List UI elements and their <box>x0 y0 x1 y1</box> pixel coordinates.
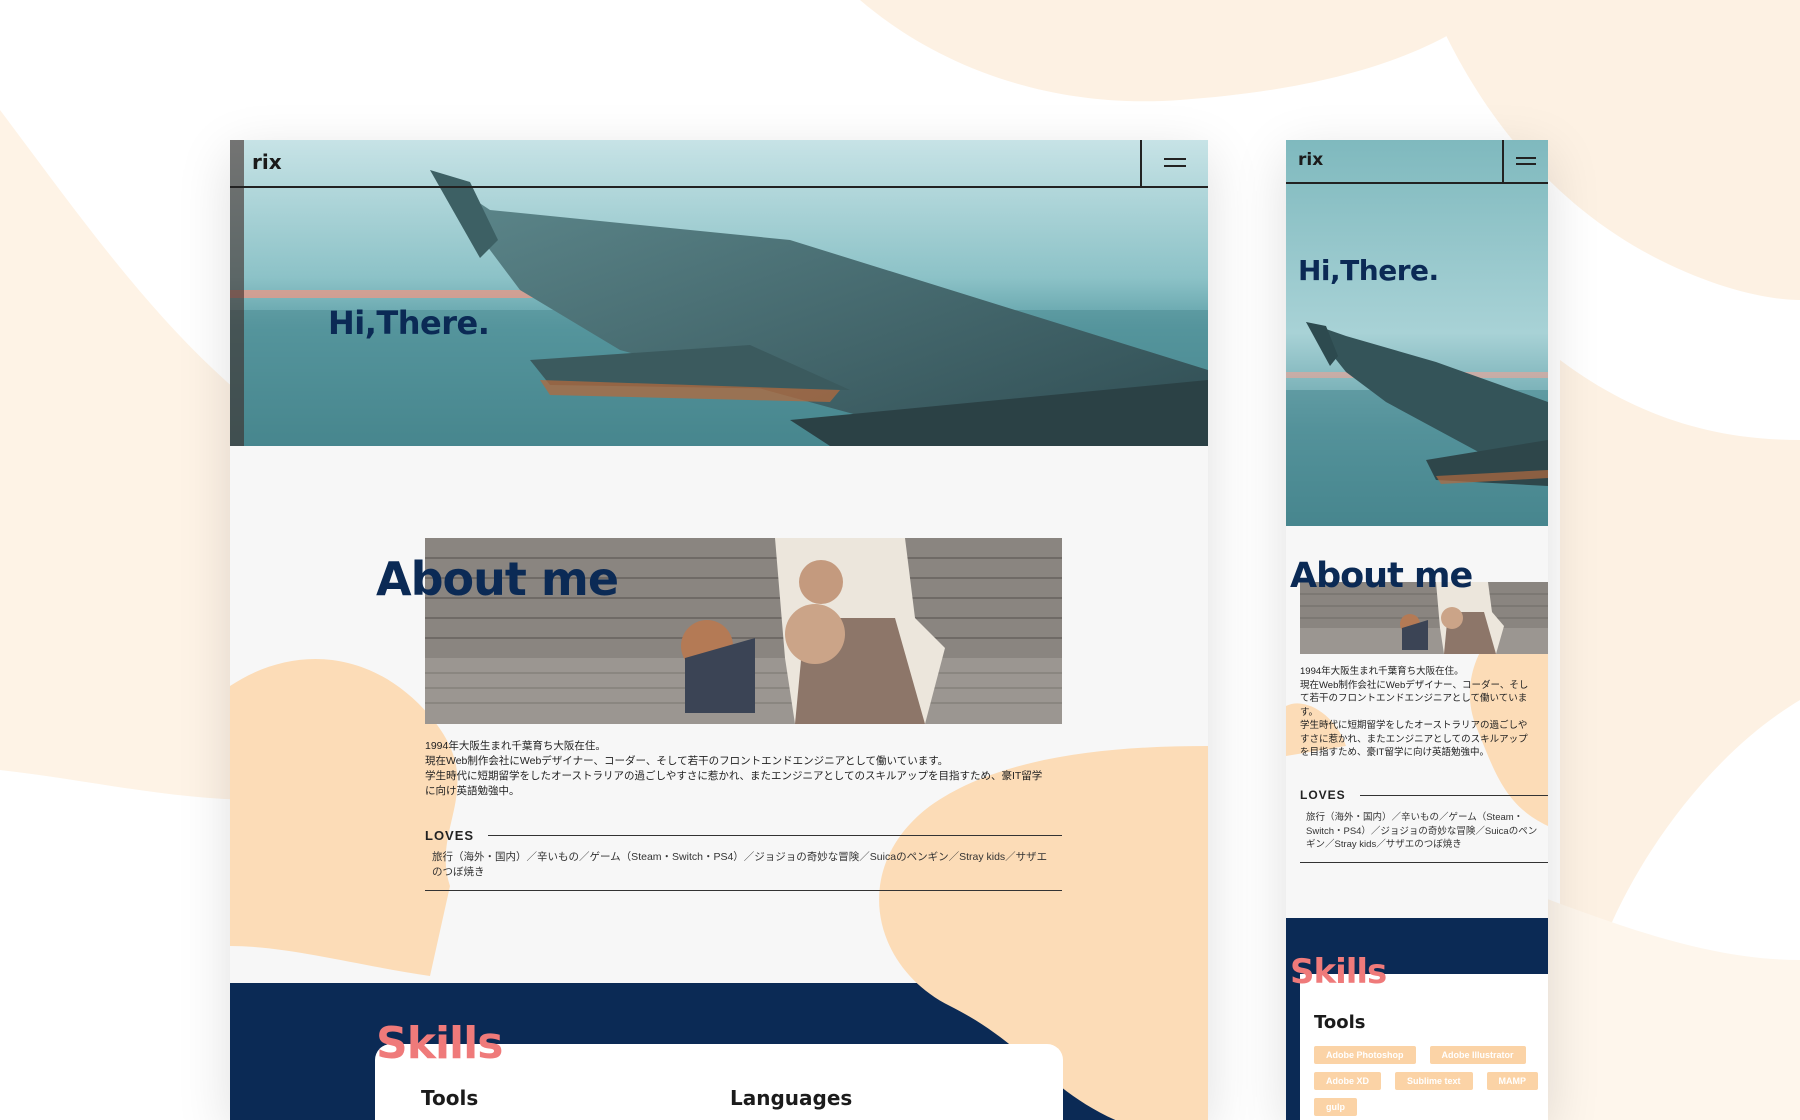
mobile-preview: rix Hi,There. About me 1994年大阪生まれ千葉育ち大阪在… <box>1286 140 1548 1120</box>
hamburger-icon-line <box>1164 165 1186 167</box>
languages-heading: Languages <box>730 1086 853 1110</box>
mobile-menu-button[interactable] <box>1502 140 1548 182</box>
mobile-about-bio-line-1: 1994年大阪生まれ千葉育ち大阪在住。 <box>1300 666 1464 677</box>
mobile-site-logo[interactable]: rix <box>1298 150 1323 170</box>
mobile-hamburger-icon <box>1516 157 1536 159</box>
menu-button[interactable] <box>1140 140 1208 186</box>
mobile-loves-label: LOVES <box>1300 788 1346 802</box>
skills-title: Skills <box>376 1018 503 1069</box>
hamburger-icon <box>1164 158 1186 160</box>
mobile-skills-title: Skills <box>1290 952 1387 992</box>
about-bio-line-1: 1994年大阪生まれ千葉育ち大阪在住。 <box>425 740 606 752</box>
loves-label: LOVES <box>425 828 475 843</box>
mobile-hero-airplane-wing-image <box>1286 140 1548 526</box>
mobile-about-bio-line-2: 現在Web制作会社にWebデザイナー、コーダー、そして若干のフロントエンドエンジ… <box>1300 679 1529 718</box>
tools-heading: Tools <box>421 1086 479 1110</box>
tool-tag-illustrator: Adobe Illustrator <box>1429 1046 1526 1064</box>
mobile-hamburger-icon-line <box>1516 163 1536 165</box>
tool-tag-mamp: MAMP <box>1486 1072 1539 1090</box>
about-bio-line-2: 現在Web制作会社にWebデザイナー、コーダー、そして若干のフロントエンドエンジ… <box>425 755 949 767</box>
hero-title: Hi,There. <box>328 304 490 342</box>
tool-tag-photoshop: Adobe Photoshop <box>1314 1046 1416 1064</box>
mobile-loves-bottom-rule <box>1300 862 1548 863</box>
about-bio: 1994年大阪生まれ千葉育ち大阪在住。 現在Web制作会社にWebデザイナー、コ… <box>425 739 1050 799</box>
mobile-loves-heading: LOVES <box>1300 788 1548 802</box>
mobile-hero-title: Hi,There. <box>1298 254 1439 287</box>
mobile-loves-text: 旅行（海外・国内）／辛いもの／ゲーム（Steam・Switch・PS4）／ジョジ… <box>1306 812 1538 850</box>
loves-bottom-rule <box>425 890 1062 891</box>
loves-divider <box>488 835 1062 836</box>
mobile-about-bio-line-3: 学生時代に短期留学をしたオーストラリアの過ごしやすさに惹かれ、またエンジニアとし… <box>1300 720 1528 758</box>
site-logo[interactable]: rix <box>252 150 282 174</box>
tool-tag-xd: Adobe XD <box>1314 1072 1382 1090</box>
desktop-preview: rix Hi,There. About me 1994年大阪生まれ千葉育ち大阪在… <box>230 140 1208 1120</box>
loves-text: 旅行（海外・国内）／辛いもの／ゲーム（Steam・Switch・PS4）／ジョジ… <box>432 851 1048 878</box>
tool-tag-gulp: gulp <box>1314 1098 1357 1116</box>
mobile-hero-section <box>1286 140 1548 526</box>
mobile-tools-tags: Adobe Photoshop Adobe Illustrator Adobe … <box>1314 1046 1542 1116</box>
site-header: rix <box>230 140 1208 188</box>
loves-heading: LOVES <box>425 828 1062 843</box>
mobile-about-title: About me <box>1290 556 1473 596</box>
mobile-loves-divider <box>1359 794 1548 796</box>
mobile-about-bio: 1994年大阪生まれ千葉育ち大阪在住。 現在Web制作会社にWebデザイナー、コ… <box>1300 665 1536 760</box>
mobile-skills-card: Tools Adobe Photoshop Adobe Illustrator … <box>1300 974 1548 1120</box>
tool-tag-sublime: Sublime text <box>1395 1072 1473 1090</box>
mobile-tools-heading: Tools <box>1314 1012 1366 1033</box>
mobile-site-header: rix <box>1286 140 1548 184</box>
about-title: About me <box>376 552 619 606</box>
about-bio-line-3: 学生時代に短期留学をしたオーストラリアの過ごしやすさに惹かれ、またエンジニアとし… <box>425 770 1043 797</box>
